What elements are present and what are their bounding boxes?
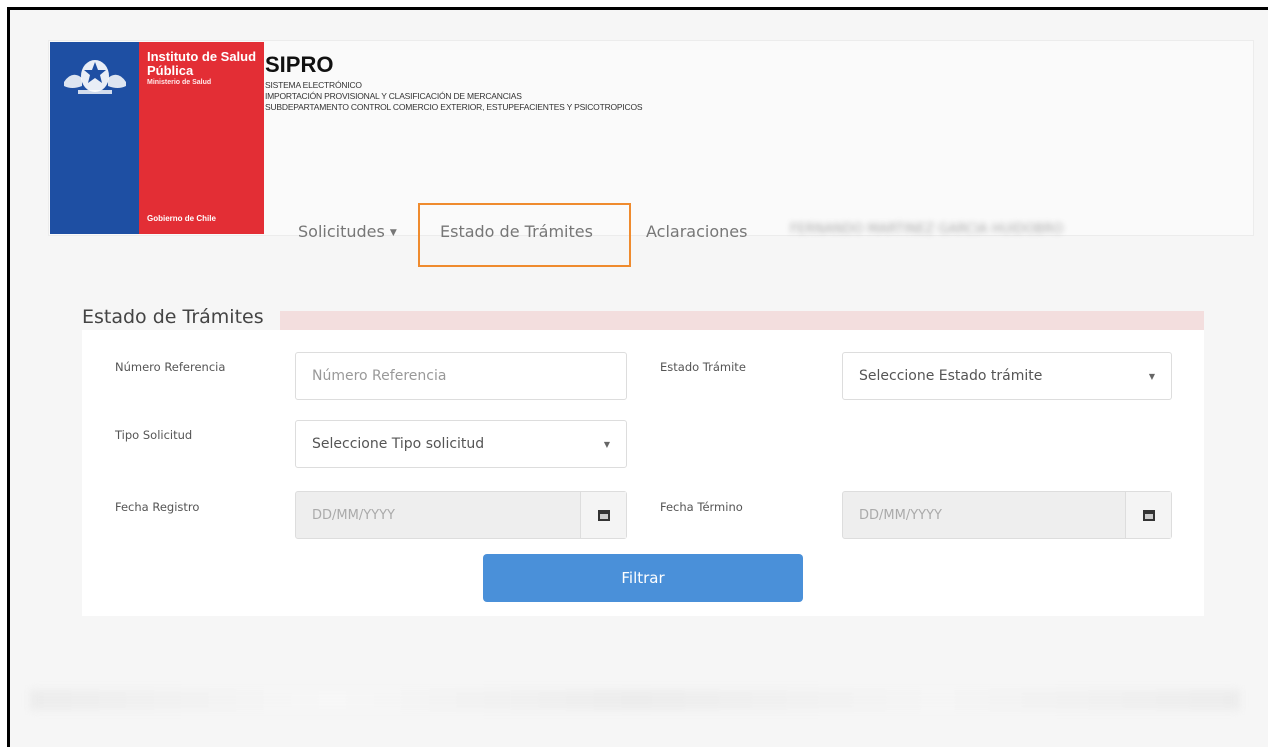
logo-red-band: Instituto de Salud Pública Ministerio de… (139, 42, 264, 234)
numero-referencia-input[interactable]: Número Referencia (295, 352, 627, 400)
estado-tramite-select[interactable]: Seleccione Estado trámite ▼ (842, 352, 1172, 400)
select-arrow-icon: ▼ (603, 439, 610, 449)
estado-tramite-value: Seleccione Estado trámite (859, 368, 1043, 384)
estado-tramite-label: Estado Trámite (660, 360, 746, 374)
nav-solicitudes-label: Solicitudes (298, 222, 385, 241)
title-underline (280, 311, 1204, 331)
fecha-termino-input[interactable]: DD/MM/YYYY (842, 491, 1172, 539)
system-line-2: IMPORTACIÓN PROVISIONAL Y CLASIFICACIÓN … (265, 91, 522, 101)
fecha-registro-input[interactable]: DD/MM/YYYY (295, 491, 627, 539)
logo-title: Instituto de Salud Pública (147, 49, 257, 78)
system-title: SIPRO (265, 52, 334, 77)
calendar-icon[interactable] (580, 492, 626, 538)
fecha-registro-label: Fecha Registro (115, 500, 200, 514)
system-line-3: SUBDEPARTAMENTO CONTROL COMERCIO EXTERIO… (265, 102, 643, 112)
tipo-solicitud-value: Seleccione Tipo solicitud (312, 436, 485, 452)
filtrar-button[interactable]: Filtrar (483, 554, 803, 602)
caret-down-icon: ▼ (389, 227, 397, 238)
fecha-termino-label: Fecha Término (660, 500, 743, 514)
nav-user-menu[interactable]: FERNANDO MARTINEZ GARCIA HUIDOBRO (790, 222, 1170, 238)
system-line-1: SISTEMA ELECTRÓNICO (265, 80, 362, 90)
coat-of-arms-icon (64, 60, 126, 94)
tipo-solicitud-select[interactable]: Seleccione Tipo solicitud ▼ (295, 420, 627, 468)
fecha-termino-value: DD/MM/YYYY (859, 507, 942, 523)
fecha-registro-value: DD/MM/YYYY (312, 507, 395, 523)
select-arrow-icon: ▼ (1148, 371, 1155, 381)
calendar-icon[interactable] (1125, 492, 1171, 538)
logo-subtitle: Ministerio de Salud (147, 79, 212, 86)
numero-referencia-label: Número Referencia (115, 360, 226, 374)
nav-aclaraciones[interactable]: Aclaraciones (646, 222, 747, 241)
logo-gov-text: Gobierno de Chile (147, 214, 216, 223)
nav-solicitudes[interactable]: Solicitudes ▼ (298, 222, 397, 241)
blurred-footer (30, 690, 1240, 710)
tipo-solicitud-label: Tipo Solicitud (115, 428, 193, 442)
highlight-box (418, 203, 631, 267)
form-title: Estado de Trámites (82, 306, 264, 328)
